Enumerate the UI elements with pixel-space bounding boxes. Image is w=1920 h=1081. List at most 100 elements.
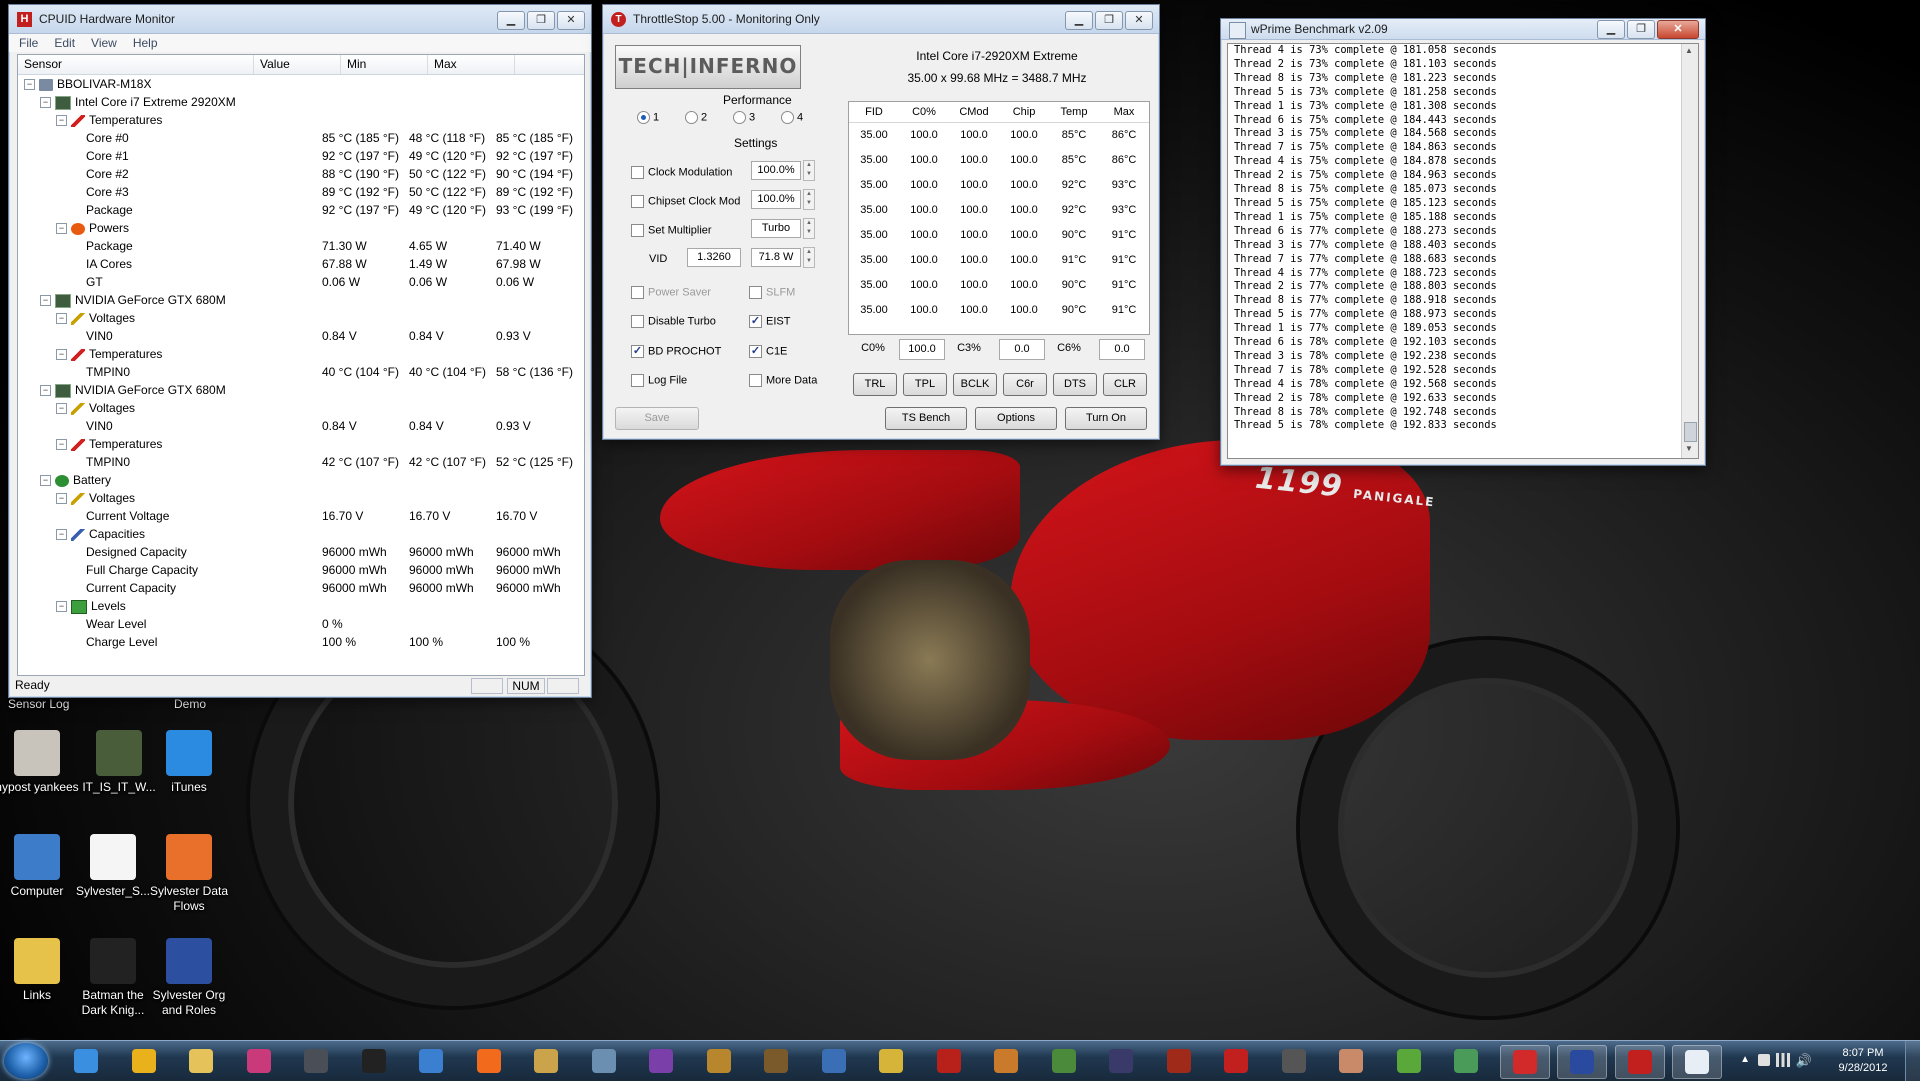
menu-file[interactable]: File xyxy=(19,36,38,50)
taskbar-button[interactable] xyxy=(522,1045,570,1077)
taskbar-button[interactable] xyxy=(1270,1045,1318,1077)
clock[interactable]: 8:07 PM 9/28/2012 xyxy=(1828,1046,1898,1076)
collapse-toggle-icon[interactable]: − xyxy=(56,115,67,127)
sensor-row[interactable]: − Levels xyxy=(18,597,584,615)
minimize-button[interactable]: ▁ xyxy=(497,11,525,30)
sensor-row[interactable]: VIN0 0.84 V 0.84 V 0.93 V xyxy=(18,417,584,435)
bclk-button[interactable]: BCLK xyxy=(953,373,997,396)
taskbar-button[interactable] xyxy=(1557,1045,1607,1079)
eist-checkbox[interactable]: ✓ EIST xyxy=(749,315,790,328)
sensor-row[interactable]: GT 0.06 W 0.06 W 0.06 W xyxy=(18,273,584,291)
sensor-row[interactable]: − Temperatures xyxy=(18,111,584,129)
collapse-toggle-icon[interactable]: − xyxy=(56,349,67,361)
taskbar-button[interactable] xyxy=(1385,1045,1433,1077)
taskbar-button[interactable] xyxy=(120,1045,168,1077)
maximize-button[interactable]: ❐ xyxy=(527,11,555,30)
sensor-row[interactable]: Core #2 88 °C (190 °F) 50 °C (122 °F) 90 °C… xyxy=(18,165,584,183)
collapse-toggle-icon[interactable]: − xyxy=(56,493,67,505)
sensor-row[interactable]: − Battery xyxy=(18,471,584,489)
maximize-button[interactable]: ❐ xyxy=(1627,20,1655,39)
show-desktop-button[interactable] xyxy=(1905,1041,1920,1081)
taskbar-button[interactable] xyxy=(695,1045,743,1077)
taskbar-button[interactable] xyxy=(982,1045,1030,1077)
column-header-max[interactable]: Max xyxy=(428,55,515,74)
taskbar-button[interactable] xyxy=(925,1045,973,1077)
sensor-row[interactable]: TMPIN0 40 °C (104 °F) 40 °C (104 °F) 58 °C … xyxy=(18,363,584,381)
taskbar-button[interactable] xyxy=(580,1045,628,1077)
sensor-row[interactable]: Wear Level 0 % xyxy=(18,615,584,633)
taskbar-button[interactable] xyxy=(177,1045,225,1077)
sensor-row[interactable]: Current Voltage 16.70 V 16.70 V 16.70 V xyxy=(18,507,584,525)
sensor-row[interactable]: VIN0 0.84 V 0.84 V 0.93 V xyxy=(18,327,584,345)
sensor-tree[interactable]: Sensor Value Min Max − BBOLIVAR-M18X − Inte… xyxy=(17,54,585,676)
save-button[interactable]: Save xyxy=(615,407,699,430)
menu-view[interactable]: View xyxy=(91,36,117,50)
benchmark-log[interactable]: Thread 4 is 73% complete @ 181.058 secon… xyxy=(1227,43,1699,459)
options-button[interactable]: Options xyxy=(975,407,1057,430)
network-icon[interactable] xyxy=(1776,1053,1790,1067)
profile-1-radio[interactable]: 1 xyxy=(637,111,659,124)
collapse-toggle-icon[interactable]: − xyxy=(56,313,67,325)
clock-modulation-checkbox[interactable]: Clock Modulation xyxy=(631,166,732,179)
desktop-icon[interactable]: iTunes xyxy=(144,730,234,795)
maximize-button[interactable]: ❐ xyxy=(1095,11,1123,30)
disable-turbo-checkbox[interactable]: Disable Turbo xyxy=(631,315,716,328)
sensor-row[interactable]: − Voltages xyxy=(18,399,584,417)
taskbar-button[interactable] xyxy=(637,1045,685,1077)
tpl-button[interactable]: TPL xyxy=(903,373,947,396)
sensor-row[interactable]: Core #0 85 °C (185 °F) 48 °C (118 °F) 85 °C… xyxy=(18,129,584,147)
c1e-checkbox[interactable]: ✓ C1E xyxy=(749,345,787,358)
sensor-row[interactable]: − Intel Core i7 Extreme 2920XM xyxy=(18,93,584,111)
flag-icon[interactable] xyxy=(1758,1054,1770,1066)
desktop-icon-demo-label[interactable]: Demo xyxy=(174,697,206,711)
column-header-sensor[interactable]: Sensor xyxy=(18,55,254,74)
taskbar-button[interactable] xyxy=(867,1045,915,1077)
collapse-toggle-icon[interactable]: − xyxy=(40,97,51,109)
collapse-toggle-icon[interactable]: − xyxy=(56,223,67,235)
sensor-row[interactable]: − Powers xyxy=(18,219,584,237)
desktop-icon[interactable]: Sylvester Data Flows xyxy=(144,834,234,914)
chipset-clock-mod-value[interactable]: 100.0% xyxy=(751,190,801,209)
taskbar-button[interactable] xyxy=(465,1045,513,1077)
chipset-clock-mod-spinner[interactable]: ▲ ▼ xyxy=(803,189,815,210)
collapse-toggle-icon[interactable]: − xyxy=(40,385,51,397)
sensor-row[interactable]: IA Cores 67.88 W 1.49 W 67.98 W xyxy=(18,255,584,273)
bd-prochot-checkbox[interactable]: ✓ BD PROCHOT xyxy=(631,345,721,358)
sensor-row[interactable]: Charge Level 100 % 100 % 100 % xyxy=(18,633,584,651)
more-data-checkbox[interactable]: More Data xyxy=(749,374,817,387)
minimize-button[interactable]: ▁ xyxy=(1065,11,1093,30)
desktop-icon[interactable]: nypost yankees xyxy=(0,730,82,795)
sensor-row[interactable]: Designed Capacity 96000 mWh 96000 mWh 96000… xyxy=(18,543,584,561)
profile-2-radio[interactable]: 2 xyxy=(685,111,707,124)
scrollbar-thumb[interactable] xyxy=(1684,422,1697,442)
throttlestop-titlebar[interactable]: T ThrottleStop 5.00 - Monitoring Only ▁ … xyxy=(603,5,1159,34)
sensor-row[interactable]: Full Charge Capacity 96000 mWh 96000 mWh 96… xyxy=(18,561,584,579)
tray-chevron-icon[interactable]: ▲ xyxy=(1740,1054,1750,1065)
close-button[interactable]: ✕ xyxy=(1125,11,1153,30)
sensor-row[interactable]: − Temperatures xyxy=(18,435,584,453)
slfm-checkbox[interactable]: SLFM xyxy=(749,286,795,299)
minimize-button[interactable]: ▁ xyxy=(1597,20,1625,39)
sensor-row[interactable]: TMPIN0 42 °C (107 °F) 42 °C (107 °F) 52 °C … xyxy=(18,453,584,471)
collapse-toggle-icon[interactable]: − xyxy=(56,439,67,451)
sensor-row[interactable]: Core #3 89 °C (192 °F) 50 °C (122 °F) 89 °C… xyxy=(18,183,584,201)
column-header-value[interactable]: Value xyxy=(254,55,341,74)
turn-on-button[interactable]: Turn On xyxy=(1065,407,1147,430)
c6r-button[interactable]: C6r xyxy=(1003,373,1047,396)
set-multiplier-value[interactable]: Turbo xyxy=(751,219,801,238)
taskbar-button[interactable] xyxy=(1327,1045,1375,1077)
taskbar-button[interactable] xyxy=(1614,1045,1665,1079)
taskbar-button[interactable] xyxy=(1442,1045,1490,1077)
taskbar-button[interactable] xyxy=(1672,1045,1722,1079)
sensor-row[interactable]: − NVIDIA GeForce GTX 680M xyxy=(18,291,584,309)
close-button[interactable]: ✕ xyxy=(557,11,585,30)
desktop-icon[interactable]: Sylvester Org and Roles xyxy=(144,938,234,1018)
taskbar-button[interactable] xyxy=(407,1045,455,1077)
profile-3-radio[interactable]: 3 xyxy=(733,111,755,124)
scroll-down-arrow[interactable]: ▼ xyxy=(1685,444,1693,453)
log-scrollbar[interactable]: ▲ ▼ xyxy=(1681,44,1698,458)
sensor-row[interactable]: − Voltages xyxy=(18,489,584,507)
profile-4-radio[interactable]: 4 xyxy=(781,111,803,124)
chipset-clock-mod-checkbox[interactable]: Chipset Clock Mod xyxy=(631,195,740,208)
taskbar-button[interactable] xyxy=(810,1045,858,1077)
